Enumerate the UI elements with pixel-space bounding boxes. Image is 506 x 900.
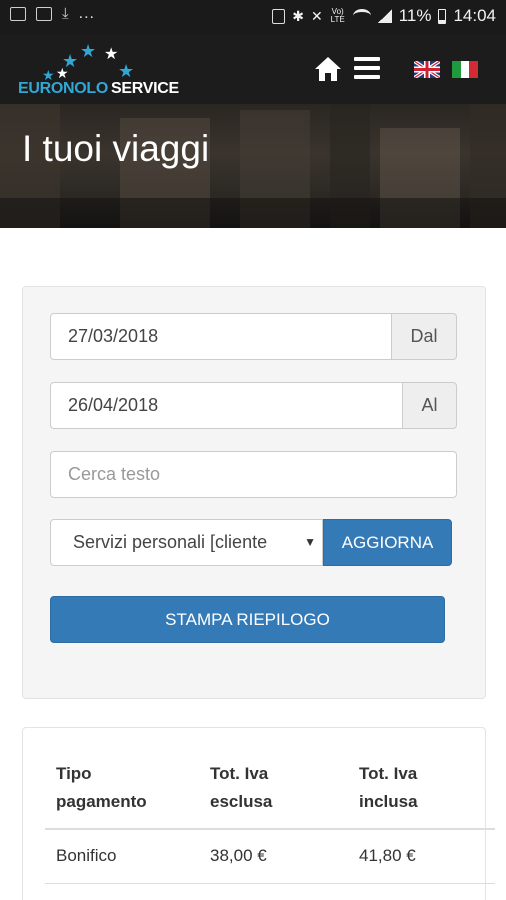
battery-icon bbox=[438, 8, 447, 24]
logo-star-icon: ★ bbox=[80, 41, 97, 61]
page-title: I tuoi viaggi bbox=[22, 128, 210, 169]
table-row-divider bbox=[45, 883, 495, 884]
hero-banner: I tuoi viaggi bbox=[0, 104, 506, 228]
date-to-input[interactable]: 26/04/2018 bbox=[50, 382, 403, 429]
table-cell-payment-type: Bonifico bbox=[56, 846, 117, 865]
wifi-icon bbox=[352, 9, 371, 23]
logo-star-icon: ★ bbox=[104, 46, 119, 63]
dropdown-arrow-icon: ▼ bbox=[300, 535, 316, 549]
logo-star-icon: ★ bbox=[118, 61, 135, 81]
signal-icon bbox=[377, 9, 392, 23]
image-notification-icon bbox=[10, 7, 26, 21]
lock-icon bbox=[272, 8, 286, 24]
table-cell-total-excl-vat: 38,00 € bbox=[210, 846, 267, 865]
table-cell-total-incl-vat: 41,80 € bbox=[359, 846, 416, 865]
flag-uk-icon[interactable] bbox=[414, 61, 440, 78]
more-notifications: ... bbox=[78, 5, 95, 22]
column-header-payment-type: Tipo pagamento bbox=[56, 764, 147, 811]
status-bar: ⤓ ... ✱ ✕ Vo) LTE 11% 14:04 bbox=[0, 0, 506, 34]
column-header-total-incl-vat: Tot. Iva inclusa bbox=[359, 764, 418, 811]
status-left: ⤓ ... bbox=[10, 5, 95, 22]
service-select[interactable]: Servizi personali [cliente ▼ bbox=[50, 519, 323, 566]
bluetooth-icon: ✱ bbox=[292, 7, 304, 24]
sim-notification-icon bbox=[36, 7, 52, 21]
date-from-input[interactable]: 27/03/2018 bbox=[50, 313, 392, 360]
date-to-addon: Al bbox=[403, 382, 457, 429]
service-select-value: Servizi personali [cliente bbox=[73, 532, 268, 552]
logo-text: EURONOLO SERVICE bbox=[18, 80, 179, 97]
brand-logo[interactable]: ★ ★ ★ ★ ★ ★ EURONOLO SERVICE bbox=[18, 41, 179, 100]
clock: 14:04 bbox=[453, 6, 496, 25]
battery-percent: 11% bbox=[398, 6, 432, 25]
volte-label: Vo) LTE bbox=[330, 7, 345, 24]
search-input[interactable]: Cerca testo bbox=[50, 451, 457, 498]
menu-icon[interactable] bbox=[354, 57, 380, 79]
date-to-group: 26/04/2018 Al bbox=[50, 382, 457, 429]
date-from-addon: Dal bbox=[392, 313, 457, 360]
app-header: ★ ★ ★ ★ ★ ★ EURONOLO SERVICE bbox=[0, 34, 506, 104]
column-header-total-excl-vat: Tot. Iva esclusa bbox=[210, 764, 273, 811]
table-header-divider bbox=[45, 828, 495, 830]
date-from-group: 27/03/2018 Dal bbox=[50, 313, 457, 360]
status-right: ✱ ✕ Vo) LTE 11% 14:04 bbox=[272, 6, 496, 26]
update-button[interactable]: AGGIORNA bbox=[323, 519, 452, 566]
home-icon[interactable] bbox=[314, 56, 342, 82]
print-summary-button[interactable]: STAMPA RIEPILOGO bbox=[50, 596, 445, 643]
download-icon: ⤓ bbox=[62, 5, 69, 22]
mute-icon: ✕ bbox=[310, 7, 323, 24]
flag-it-icon[interactable] bbox=[452, 61, 479, 78]
